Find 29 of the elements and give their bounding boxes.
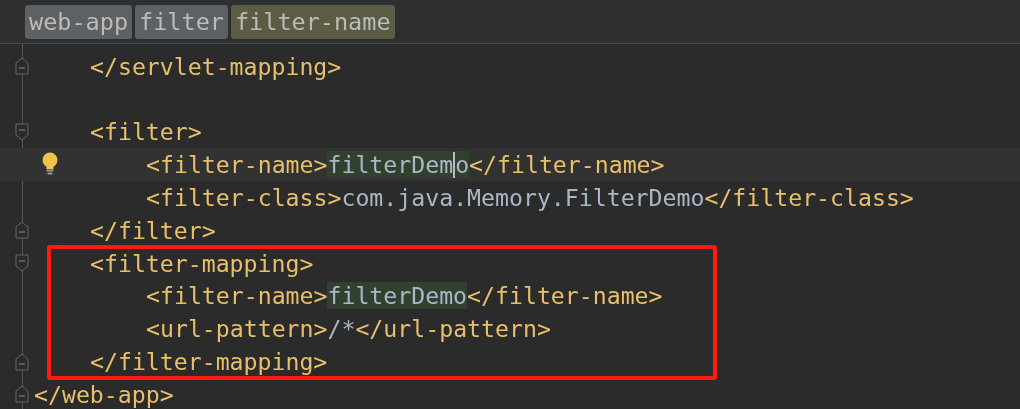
breadcrumb[interactable]: filter (135, 4, 228, 39)
xml-tag: <filter-name> (146, 282, 328, 310)
xml-tag: </filter-class> (704, 184, 914, 212)
xml-tag: <filter-class> (146, 184, 342, 212)
xml-value: /* (327, 315, 356, 343)
xml-tag: </web-app> (34, 380, 174, 408)
xml-tag: </servlet-mapping> (90, 52, 342, 80)
fold-icon[interactable] (15, 385, 29, 404)
fold-icon[interactable] (15, 221, 29, 240)
xml-value: filterDemo (327, 282, 468, 310)
xml-tag: </filter-name> (467, 282, 663, 310)
xml-value: filterDem (327, 151, 454, 179)
fold-icon[interactable] (15, 254, 29, 273)
xml-tag: </filter-name> (469, 151, 665, 179)
breadcrumb[interactable]: web-app (25, 4, 133, 39)
xml-tag: </url-pattern> (355, 315, 551, 343)
xml-tag: </filter> (90, 216, 216, 244)
xml-tag: <filter-name> (146, 151, 328, 179)
fold-icon[interactable] (15, 352, 29, 371)
breadcrumb[interactable]: filter-name (230, 4, 395, 39)
xml-tag: <filter-mapping> (90, 249, 314, 277)
xml-value: o (455, 151, 470, 179)
xml-tag: </filter-mapping> (90, 348, 328, 376)
fold-icon[interactable] (15, 123, 29, 141)
fold-icon[interactable] (15, 57, 29, 76)
xml-tag: <url-pattern> (146, 315, 328, 343)
xml-value: com.java.Memory.FilterDemo (341, 184, 705, 212)
xml-tag: <filter> (90, 118, 202, 146)
lightbulb-icon[interactable] (41, 152, 59, 177)
